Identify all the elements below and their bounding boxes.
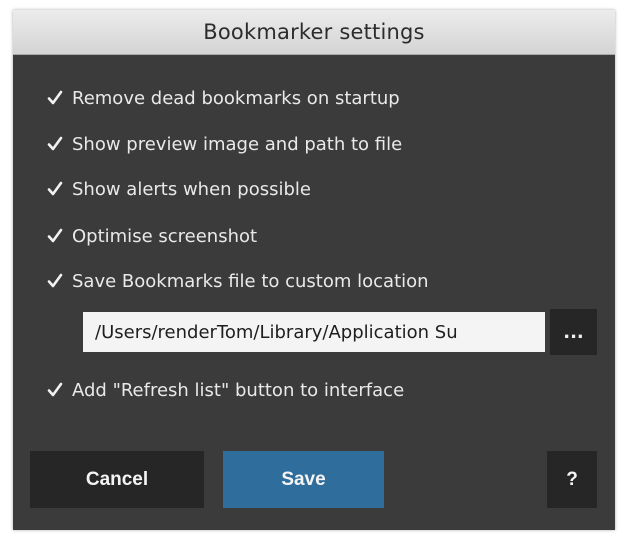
option-label: Show alerts when possible [72,178,311,200]
option-optimise-screenshot[interactable]: Optimise screenshot [44,222,257,250]
checkmark-icon[interactable] [44,379,66,401]
option-label: Optimise screenshot [72,225,258,247]
checkmark-icon[interactable] [44,270,66,292]
checkmark-icon[interactable] [44,87,66,109]
option-label: Remove dead bookmarks on startup [72,87,400,109]
option-remove-dead-bookmarks[interactable]: Remove dead bookmarks on startup [44,84,400,112]
option-label: Show preview image and path to file [72,133,403,155]
save-button[interactable]: Save [223,451,384,508]
checkmark-icon[interactable] [44,178,66,200]
option-custom-location[interactable]: Save Bookmarks file to custom location [44,267,429,295]
cancel-button[interactable]: Cancel [30,451,204,508]
option-label: Add "Refresh list" button to interface [72,379,405,401]
option-show-preview-image[interactable]: Show preview image and path to file [44,130,402,158]
checkmark-icon[interactable] [44,225,66,247]
dialog-title: Bookmarker settings [203,20,425,44]
title-bar: Bookmarker settings [13,10,615,55]
option-refresh-list-button[interactable]: Add "Refresh list" button to interface [44,376,404,404]
custom-location-path-input[interactable] [83,312,545,352]
option-label: Save Bookmarks file to custom location [72,270,429,292]
settings-dialog: Bookmarker settings Remove dead bookmark… [13,10,615,530]
help-button[interactable]: ? [547,451,597,508]
checkmark-icon[interactable] [44,133,66,155]
option-show-alerts[interactable]: Show alerts when possible [44,175,311,203]
browse-button[interactable]: ... [550,309,597,355]
